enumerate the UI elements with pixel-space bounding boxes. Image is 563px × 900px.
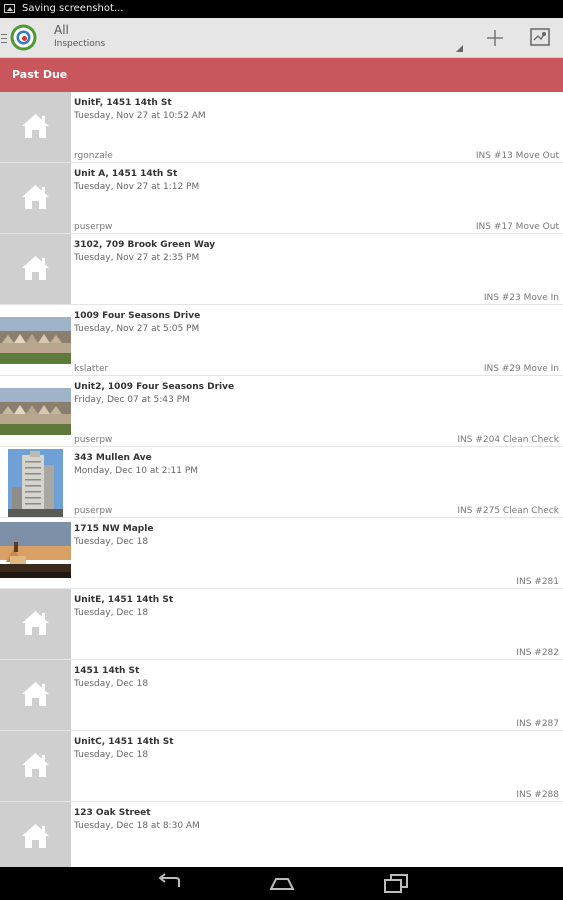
plus-icon[interactable] [484,27,506,49]
sunset-house-photo [0,518,71,588]
view-spinner[interactable]: All Inspections [54,23,105,50]
inspection-address: 3102, 709 Brook Green Way [74,240,216,250]
inspection-code: INS #13 Move Out [475,151,559,161]
inspection-datetime: Tuesday, Dec 18 [74,679,149,689]
inspection-row[interactable]: Unit A, 1451 14th St Tuesday, Nov 27 at … [0,163,563,234]
row-houses-photo [0,376,71,446]
inspection-address: UnitE, 1451 14th St [74,595,174,605]
inspection-address: 343 Mullen Ave [74,453,152,463]
spinner-arrow-icon[interactable] [456,45,463,52]
view-title: All [54,23,69,37]
inspection-code: INS #275 Clean Check [457,506,559,516]
system-nav-bar [0,867,563,900]
inspection-address: Unit A, 1451 14th St [74,169,178,179]
tower-photo [0,447,71,517]
inspection-datetime: Tuesday, Dec 18 [74,608,149,618]
house-icon [0,589,71,659]
status-bar: Saving screenshot... [0,0,563,18]
house-icon [0,163,71,233]
inspection-row[interactable]: 123 Oak Street Tuesday, Dec 18 at 8:30 A… [0,802,563,867]
drawer-icon[interactable] [1,34,7,43]
inspection-row[interactable]: UnitC, 1451 14th St Tuesday, Dec 18 INS … [0,731,563,802]
inspection-address: 1451 14th St [74,666,140,676]
inspection-address: UnitC, 1451 14th St [74,737,174,747]
inspection-row[interactable]: UnitF, 1451 14th St Tuesday, Nov 27 at 1… [0,92,563,163]
inspection-code: INS #29 Move In [483,364,559,374]
inspection-address: 1715 NW Maple [74,524,154,534]
section-label: Past Due [12,68,68,81]
inspection-row[interactable]: 343 Mullen Ave Monday, Dec 10 at 2:11 PM… [0,447,563,518]
inspection-datetime: Tuesday, Dec 18 [74,537,149,547]
action-bar: All Inspections [0,18,563,58]
status-text: Saving screenshot... [22,3,124,14]
inspection-datetime: Tuesday, Nov 27 at 10:52 AM [74,111,206,121]
inspection-code: INS #17 Move Out [475,222,559,232]
house-icon [0,234,71,304]
inspection-code: INS #288 [516,790,559,800]
inspection-list[interactable]: UnitF, 1451 14th St Tuesday, Nov 27 at 1… [0,92,563,867]
home-icon[interactable] [268,872,296,894]
inspection-code: INS #204 Clean Check [457,435,559,445]
inspection-row[interactable]: Unit2, 1009 Four Seasons Drive Friday, D… [0,376,563,447]
inspection-user: rgonzale [74,151,113,161]
inspection-code: INS #287 [516,719,559,729]
recents-icon[interactable] [382,872,410,894]
app-logo[interactable] [9,23,38,52]
image-icon [4,4,15,13]
inspection-datetime: Monday, Dec 10 at 2:11 PM [74,466,199,476]
inspection-user: puserpw [74,222,113,232]
inspection-user: puserpw [74,435,113,445]
back-icon[interactable] [155,872,183,894]
house-icon [0,731,71,801]
inspection-address: 1009 Four Seasons Drive [74,311,201,321]
inspection-user: puserpw [74,506,113,516]
house-icon [0,660,71,730]
inspection-datetime: Tuesday, Nov 27 at 1:12 PM [74,182,200,192]
inspection-address: UnitF, 1451 14th St [74,98,172,108]
inspection-row[interactable]: 1009 Four Seasons Drive Tuesday, Nov 27 … [0,305,563,376]
inspection-datetime: Tuesday, Dec 18 [74,750,149,760]
inspection-code: INS #281 [516,577,559,587]
inspection-address: Unit2, 1009 Four Seasons Drive [74,382,235,392]
inspection-datetime: Tuesday, Nov 27 at 5:05 PM [74,324,200,334]
inspection-row[interactable]: 1715 NW Maple Tuesday, Dec 18 INS #281 [0,518,563,589]
inspection-datetime: Tuesday, Dec 18 at 8:30 AM [74,821,200,831]
house-icon [0,92,71,162]
inspection-address: 123 Oak Street [74,808,151,818]
inspection-code: INS #282 [516,648,559,658]
section-header-past-due: Past Due [0,58,563,92]
inspection-row[interactable]: 1451 14th St Tuesday, Dec 18 INS #287 [0,660,563,731]
house-icon [0,802,71,867]
inspection-row[interactable]: 3102, 709 Brook Green Way Tuesday, Nov 2… [0,234,563,305]
view-subtitle: Inspections [54,39,106,49]
inspection-datetime: Friday, Dec 07 at 5:43 PM [74,395,190,405]
row-houses-photo [0,305,71,375]
inspection-datetime: Tuesday, Nov 27 at 2:35 PM [74,253,200,263]
map-icon[interactable] [530,28,550,46]
inspection-user: kslatter [74,364,109,374]
inspection-code: INS #23 Move In [483,293,559,303]
inspection-row[interactable]: UnitE, 1451 14th St Tuesday, Dec 18 INS … [0,589,563,660]
